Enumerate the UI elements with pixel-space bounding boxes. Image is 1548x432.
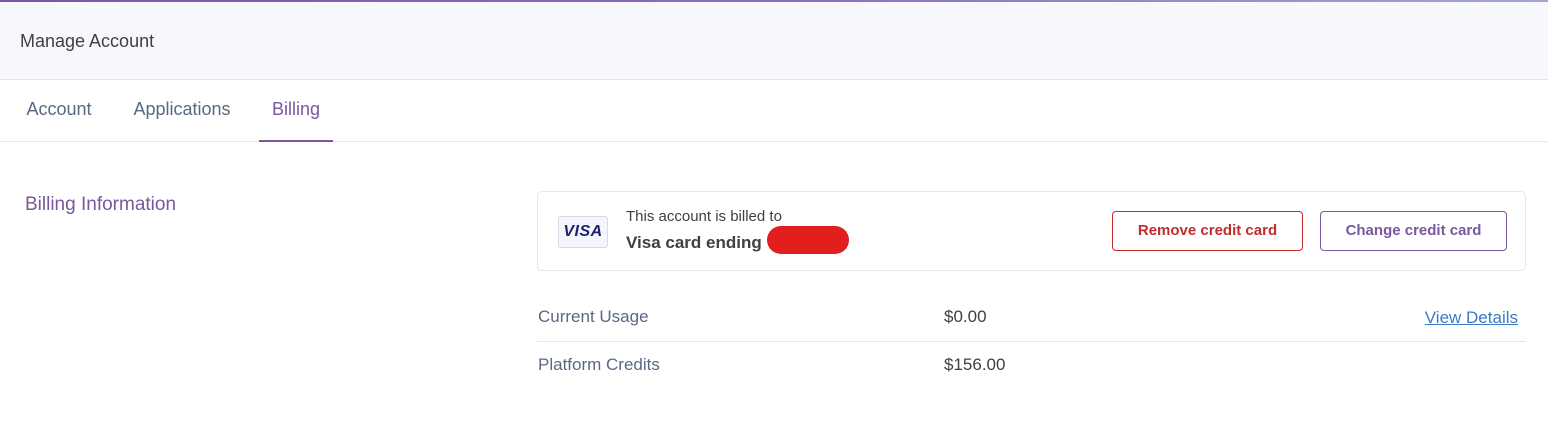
tab-account[interactable]: Account — [25, 80, 93, 142]
tab-applications[interactable]: Applications — [131, 80, 233, 142]
platform-credits-row: Platform Credits $156.00 — [537, 342, 1526, 390]
card-ending-text: Visa card ending — [626, 233, 762, 252]
platform-credits-label: Platform Credits — [538, 355, 660, 374]
view-details-link[interactable]: View Details — [1425, 308, 1518, 328]
tab-billing[interactable]: Billing — [259, 80, 333, 142]
current-usage-value: $0.00 — [944, 307, 987, 326]
change-credit-card-button[interactable]: Change credit card — [1320, 211, 1507, 251]
page-title: Manage Account — [20, 31, 155, 51]
platform-credits-value: $156.00 — [944, 355, 1006, 374]
payment-method-card: VISA This account is billed to Visa card… — [537, 191, 1526, 271]
remove-credit-card-button[interactable]: Remove credit card — [1112, 211, 1303, 251]
current-usage-row: Current Usage $0.00 View Details — [537, 294, 1526, 342]
current-usage-label: Current Usage — [538, 307, 649, 326]
billing-section-title: Billing Information — [25, 194, 177, 215]
redaction-mark — [767, 226, 849, 254]
visa-logo-icon: VISA — [558, 216, 608, 248]
page-header: Manage Account — [0, 2, 1548, 80]
billed-to-label: This account is billed to — [626, 208, 782, 225]
tab-bar: Account Applications Billing — [0, 80, 1548, 142]
